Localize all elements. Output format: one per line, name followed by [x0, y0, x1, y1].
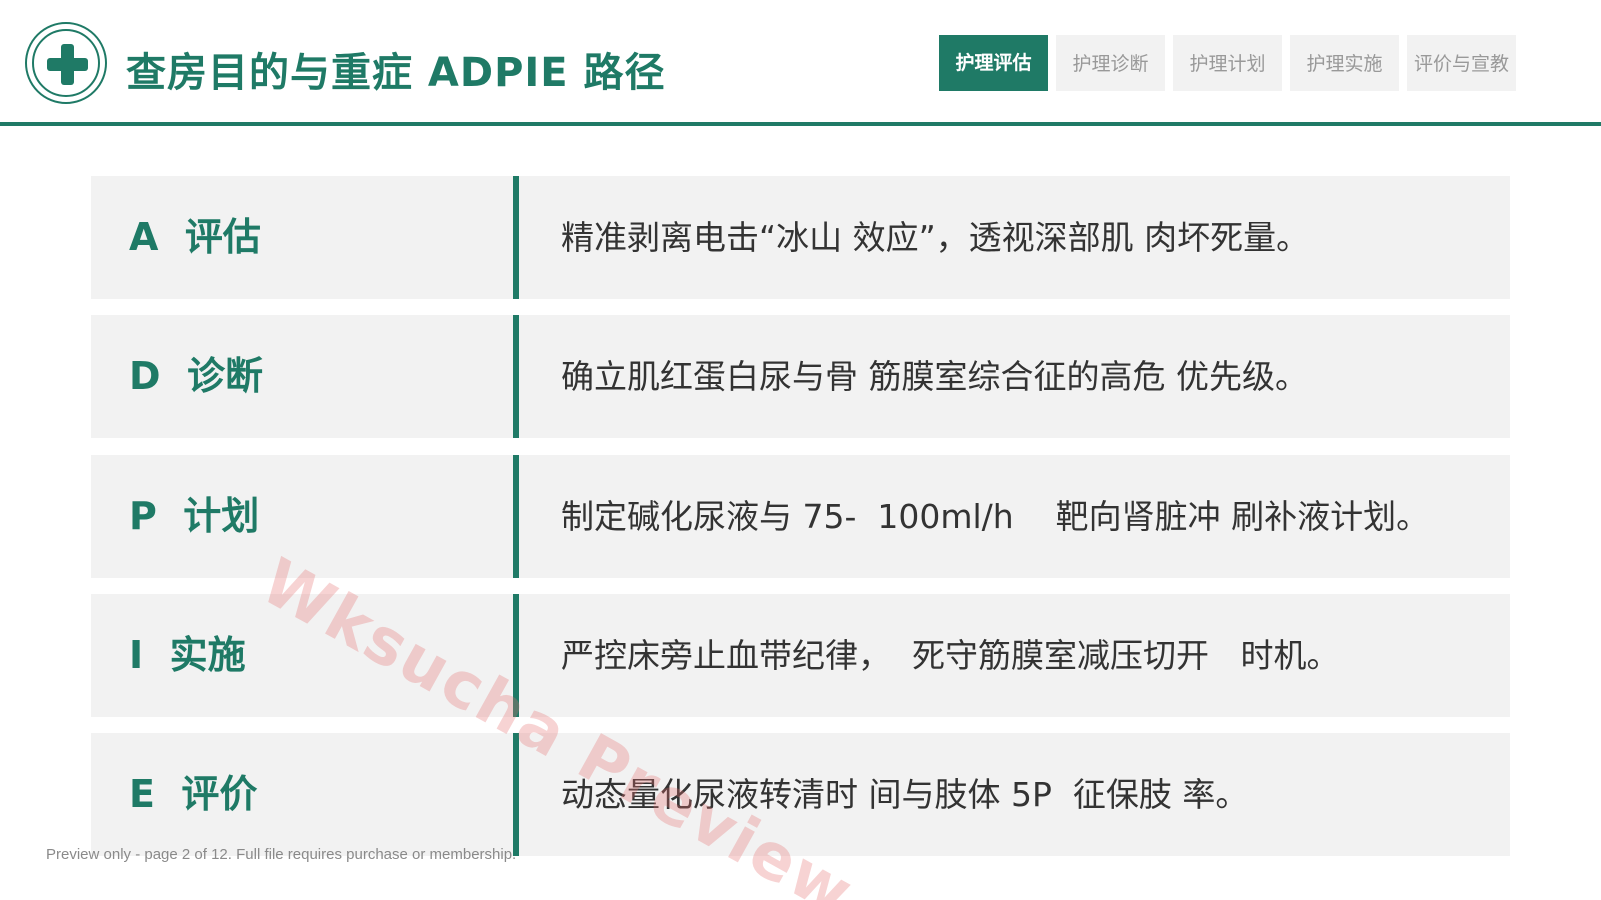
row-divider: [513, 176, 519, 299]
logo-inner-ring: [32, 29, 100, 97]
adpie-row-implementation: I 实施 严控床旁止血带纪律， 死守筋膜室减压切开 时机。: [91, 594, 1510, 717]
row-label: A 评估: [129, 215, 261, 259]
row-divider: [513, 594, 519, 717]
row-label: I 实施: [129, 633, 246, 677]
row-divider: [513, 455, 519, 578]
adpie-row-assessment: A 评估 精准剥离电击“冰山 效应”，透视深部肌 肉坏死量。: [91, 176, 1510, 299]
medical-cross-logo-icon: [25, 22, 107, 104]
row-label: D 诊断: [129, 354, 264, 398]
adpie-row-diagnosis: D 诊断 确立肌红蛋白尿与骨 筋膜室综合征的高危 优先级。: [91, 315, 1510, 438]
tab-nursing-plan[interactable]: 护理计划: [1173, 35, 1282, 91]
row-description: 制定碱化尿液与 75- 100ml/h 靶向肾脏冲 刷补液计划。: [561, 497, 1430, 536]
row-description: 确立肌红蛋白尿与骨 筋膜室综合征的高危 优先级。: [561, 357, 1308, 396]
tab-nursing-diagnosis[interactable]: 护理诊断: [1056, 35, 1165, 91]
tab-nursing-assessment[interactable]: 护理评估: [939, 35, 1048, 91]
header-divider: [0, 122, 1601, 126]
row-label: E 评价: [129, 772, 258, 816]
row-divider: [513, 733, 519, 856]
row-divider: [513, 315, 519, 438]
tab-evaluation-education[interactable]: 评价与宣教: [1407, 35, 1516, 91]
page-title: 查房目的与重症 ADPIE 路径: [126, 50, 666, 96]
preview-notice: Preview only - page 2 of 12. Full file r…: [46, 846, 517, 863]
cross-horizontal-bar: [47, 58, 88, 71]
adpie-row-evaluation: E 评价 动态量化尿液转清时 间与肢体 5P 征保肢 率。: [91, 733, 1510, 856]
row-description: 动态量化尿液转清时 间与肢体 5P 征保肢 率。: [561, 775, 1249, 814]
row-description: 严控床旁止血带纪律， 死守筋膜室减压切开 时机。: [561, 636, 1340, 675]
row-label: P 计划: [129, 494, 260, 538]
tab-nursing-implementation[interactable]: 护理实施: [1290, 35, 1399, 91]
row-description: 精准剥离电击“冰山 效应”，透视深部肌 肉坏死量。: [561, 218, 1310, 257]
adpie-row-plan: P 计划 制定碱化尿液与 75- 100ml/h 靶向肾脏冲 刷补液计划。: [91, 455, 1510, 578]
slide-page: 查房目的与重症 ADPIE 路径 护理评估 护理诊断 护理计划 护理实施 评价与…: [0, 0, 1601, 900]
